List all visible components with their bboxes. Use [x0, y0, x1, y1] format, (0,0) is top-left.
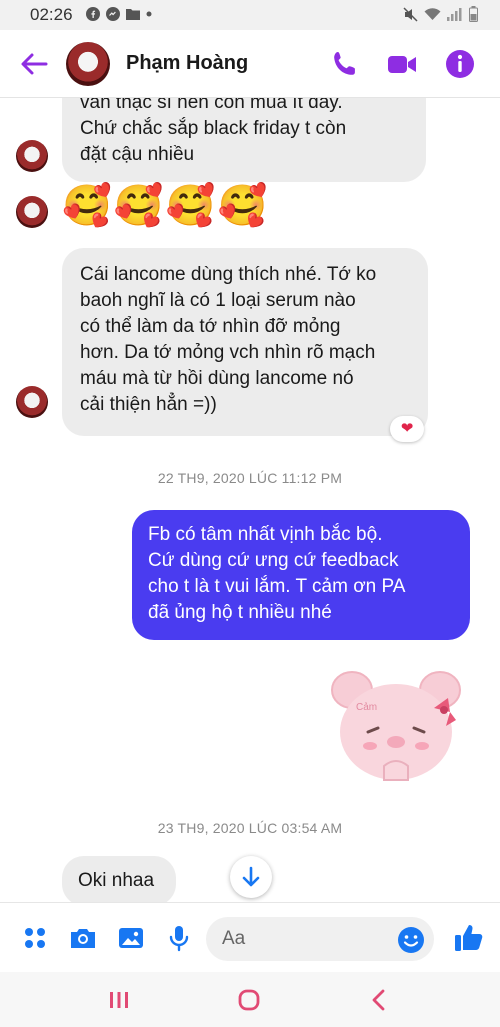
status-bar: 02:26 [0, 0, 500, 30]
messenger-icon [106, 7, 120, 21]
wifi-icon [424, 8, 441, 20]
incoming-message[interactable]: Oki nhaa [62, 856, 176, 902]
status-notification-icons [86, 7, 152, 21]
nav-back-icon[interactable] [364, 985, 394, 1015]
battery-icon [469, 6, 478, 22]
facebook-icon [86, 7, 100, 21]
home-icon[interactable] [234, 985, 264, 1015]
sender-avatar[interactable] [16, 196, 48, 228]
incoming-emoji-message[interactable]: 🥰 🥰 🥰 🥰 [62, 182, 267, 230]
mute-icon [403, 6, 418, 22]
video-camera-icon[interactable] [386, 48, 418, 80]
timestamp: 22 TH9, 2020 LÚC 11:12 PM [157, 470, 343, 486]
smiling-hearts-emoji: 🥰 [165, 184, 216, 228]
dot-icon [146, 11, 152, 17]
contact-avatar[interactable] [66, 42, 110, 86]
smiling-hearts-emoji: 🥰 [62, 184, 112, 228]
image-icon[interactable] [116, 923, 146, 953]
recent-apps-icon[interactable] [104, 985, 134, 1015]
incoming-message[interactable]: Cái lancome dùng thích nhé. Tớ ko baoh n… [62, 248, 428, 436]
sender-avatar[interactable] [16, 386, 48, 418]
phone-icon[interactable] [330, 48, 362, 80]
four-dots-icon[interactable] [20, 923, 50, 953]
incoming-message[interactable]: vẫn thạc sĩ nên còn mua ít đây. Chứ chắc… [62, 98, 426, 182]
pink-bear-thanks-sticker[interactable]: Cảm [326, 670, 472, 788]
smiling-hearts-emoji: 🥰 [217, 184, 268, 228]
sticker-text: Cảm [356, 702, 377, 713]
outgoing-message[interactable]: Fb có tâm nhất vịnh bắc bộ. Cứ dùng cứ ư… [132, 510, 470, 640]
conversation-header: Phạm Hoàng [0, 30, 500, 98]
smiley-icon[interactable] [396, 925, 426, 955]
camera-icon[interactable] [68, 923, 98, 953]
thumbs-up-icon[interactable] [452, 921, 486, 955]
message-list[interactable]: vẫn thạc sĩ nên còn mua ít đây. Chứ chắc… [0, 98, 500, 902]
back-arrow-icon[interactable] [18, 49, 50, 79]
contact-name[interactable]: Phạm Hoàng [126, 52, 248, 75]
info-icon[interactable] [444, 48, 476, 80]
status-time: 02:26 [30, 5, 73, 24]
arrow-down-icon [242, 866, 260, 887]
folder-icon [126, 9, 140, 20]
smiling-hearts-emoji: 🥰 [113, 184, 164, 228]
status-system-icons [403, 6, 478, 22]
sender-avatar[interactable] [16, 140, 48, 172]
timestamp: 23 TH9, 2020 LÚC 03:54 AM [157, 820, 343, 836]
scroll-to-bottom-button[interactable] [230, 856, 272, 898]
microphone-icon[interactable] [164, 923, 194, 953]
signal-icon [447, 8, 462, 21]
message-composer [0, 902, 500, 972]
android-navigation-bar [0, 972, 500, 1027]
heart-reaction[interactable]: ❤ [390, 416, 424, 442]
